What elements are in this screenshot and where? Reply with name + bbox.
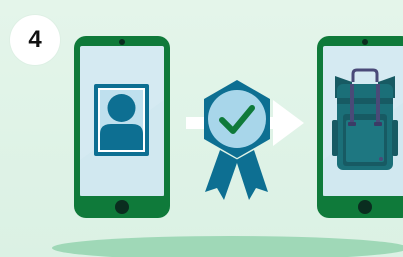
ground-shadow bbox=[52, 236, 403, 257]
illustration-art bbox=[52, 36, 403, 257]
illustration-scene: 4 bbox=[0, 0, 403, 257]
profile-photo-icon bbox=[94, 84, 149, 156]
verified-badge-icon bbox=[204, 80, 270, 200]
backpack-icon bbox=[332, 68, 398, 170]
